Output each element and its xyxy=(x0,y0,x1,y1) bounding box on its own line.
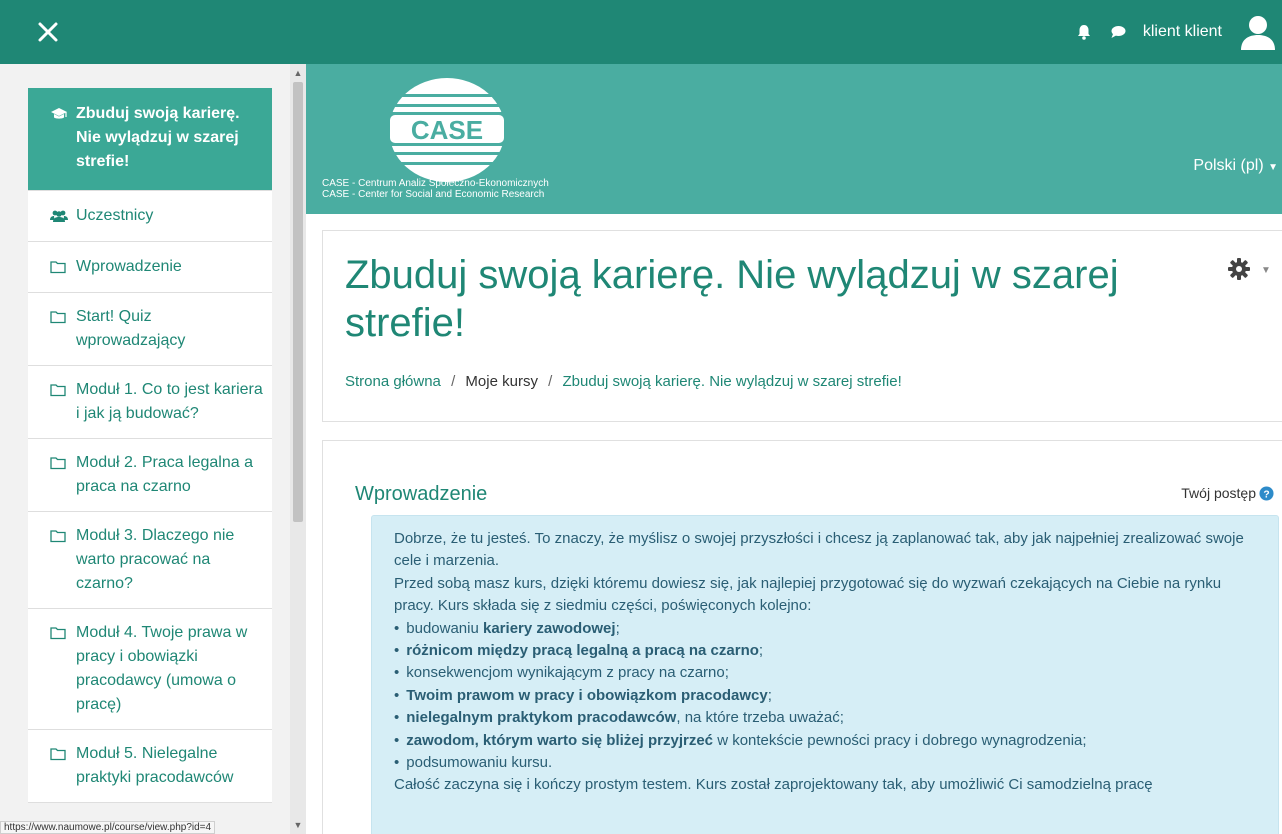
chat-icon[interactable] xyxy=(1109,23,1127,41)
nav-item-section[interactable]: Moduł 2. Praca legalna a praca na czarno xyxy=(28,439,272,512)
nav-item-section[interactable]: Start! Quiz wprowadzający xyxy=(28,293,272,366)
logo-text: CASE xyxy=(411,115,483,145)
gear-icon[interactable] xyxy=(1227,257,1251,281)
nav-item-label: Moduł 1. Co to jest kariera i jak ją bud… xyxy=(76,381,263,422)
nav-item-section[interactable]: Moduł 3. Dlaczego nie warto pracować na … xyxy=(28,512,272,609)
page-title: Zbuduj swoją karierę. Nie wylądzuj w sza… xyxy=(345,253,1119,345)
course-nav-drawer: Zbuduj swoją karierę. Nie wylądzuj w sza… xyxy=(0,64,304,834)
nav-item-section[interactable]: Moduł 5. Nielegalne praktyki pracodawców xyxy=(28,730,272,803)
folder-icon xyxy=(50,621,68,645)
user-menu-area: klient klient xyxy=(1075,10,1278,54)
summary-bullet-list: budowaniu kariery zawodowej; różnicom mi… xyxy=(394,618,1256,775)
folder-icon xyxy=(50,451,68,475)
graduation-cap-icon xyxy=(50,102,68,126)
breadcrumb-my-courses[interactable]: Moje kursy xyxy=(465,373,538,390)
list-item: Twoim prawom w pracy i obowiązkom pracod… xyxy=(394,685,1256,707)
folder-icon xyxy=(50,305,68,329)
course-nav-list: Zbuduj swoją karierę. Nie wylądzuj w sza… xyxy=(28,88,272,803)
folder-icon xyxy=(50,255,68,279)
nav-item-label: Start! Quiz wprowadzający xyxy=(76,308,186,349)
nav-item-label: Moduł 5. Nielegalne praktyki pracodawców xyxy=(76,745,234,786)
nav-item-label: Uczestnicy xyxy=(76,207,154,224)
list-item: konsekwencjom wynikającym z pracy na cza… xyxy=(394,662,1256,684)
course-content-card: Wprowadzenie Twój postęp ? Dobrze, że tu… xyxy=(322,440,1282,834)
summary-paragraph: Całość zaczyna się i kończy prostym test… xyxy=(394,776,1153,794)
nav-item-label: Moduł 4. Twoje prawa w pracy i obowiązki… xyxy=(76,624,248,713)
summary-paragraph: Dobrze, że tu jesteś. To znaczy, że myśl… xyxy=(394,530,1244,570)
caret-down-icon: ▼ xyxy=(1268,162,1278,173)
nav-item-section[interactable]: Wprowadzenie xyxy=(28,242,272,293)
users-icon xyxy=(50,204,68,228)
nav-item-label: Zbuduj swoją karierę. Nie wylądzuj w sza… xyxy=(76,105,240,170)
nav-item-label: Moduł 3. Dlaczego nie warto pracować na … xyxy=(76,527,235,592)
list-item: podsumowaniu kursu. xyxy=(394,752,1256,774)
svg-text:?: ? xyxy=(1263,489,1269,500)
nav-item-section[interactable]: Moduł 4. Twoje prawa w pracy i obowiązki… xyxy=(28,609,272,730)
language-label: Polski (pl) xyxy=(1193,157,1264,174)
status-bar-url: https://www.naumowe.pl/course/view.php?i… xyxy=(0,821,216,834)
site-caption: CASE - Centrum Analiz Społeczno-Ekonomic… xyxy=(322,178,549,200)
nav-item-participants[interactable]: Uczestnicy xyxy=(28,191,272,242)
caret-down-icon[interactable]: ▼ xyxy=(1261,265,1271,276)
list-item: budowaniu kariery zawodowej; xyxy=(394,618,1256,640)
section-title[interactable]: Wprowadzenie xyxy=(355,483,487,506)
folder-icon xyxy=(50,524,68,548)
nav-item-section[interactable]: Moduł 1. Co to jest kariera i jak ją bud… xyxy=(28,366,272,439)
case-logo[interactable]: CASE xyxy=(386,74,508,184)
progress-label: Twój postęp xyxy=(1181,485,1256,501)
close-drawer-icon[interactable] xyxy=(32,16,64,48)
summary-paragraph: Przed sobą masz kurs, dzięki któremu dow… xyxy=(394,574,1222,615)
folder-icon xyxy=(50,742,68,766)
section-summary: Dobrze, że tu jesteś. To znaczy, że myśl… xyxy=(371,515,1279,834)
progress-indicator: Twój postęp ? xyxy=(1181,485,1274,501)
list-item: zawodom, którym warto się bliżej przyjrz… xyxy=(394,730,1256,752)
bell-icon[interactable] xyxy=(1075,23,1093,41)
nav-item-label: Moduł 2. Praca legalna a praca na czarno xyxy=(76,454,253,495)
scrollbar-thumb[interactable] xyxy=(293,82,303,522)
nav-item-course-home[interactable]: Zbuduj swoją karierę. Nie wylądzuj w sza… xyxy=(28,88,272,191)
top-navbar: klient klient xyxy=(0,0,1282,64)
scroll-up-arrow-icon[interactable]: ▲ xyxy=(293,68,303,78)
language-selector[interactable]: Polski (pl) ▼ xyxy=(1193,157,1278,175)
caption-line-pl: CASE - Centrum Analiz Społeczno-Ekonomic… xyxy=(322,178,549,189)
list-item: różnicom między pracą legalną a pracą na… xyxy=(394,640,1256,662)
list-item: nielegalnym praktykom pracodawców, na kt… xyxy=(394,707,1256,729)
username[interactable]: klient klient xyxy=(1143,23,1222,41)
folder-icon xyxy=(50,378,68,402)
breadcrumb-home[interactable]: Strona główna xyxy=(345,373,441,390)
avatar-icon[interactable] xyxy=(1238,12,1278,52)
breadcrumb-current-course[interactable]: Zbuduj swoją karierę. Nie wylądzuj w sza… xyxy=(562,373,901,390)
page-header-card: Zbuduj swoją karierę. Nie wylądzuj w sza… xyxy=(322,230,1282,422)
help-icon[interactable]: ? xyxy=(1259,485,1274,501)
nav-item-label: Wprowadzenie xyxy=(76,258,182,275)
breadcrumb-separator: / xyxy=(548,373,553,390)
drawer-scrollbar[interactable]: ▲ ▼ xyxy=(290,64,306,834)
site-header-band: CASE CASE - Centrum Analiz Społeczno-Eko… xyxy=(306,64,1282,214)
breadcrumb-separator: / xyxy=(451,373,456,390)
breadcrumb: Strona główna / Moje kursy / Zbuduj swoj… xyxy=(345,373,902,390)
caption-line-en: CASE - Center for Social and Economic Re… xyxy=(322,189,545,200)
scroll-down-arrow-icon[interactable]: ▼ xyxy=(293,820,303,830)
